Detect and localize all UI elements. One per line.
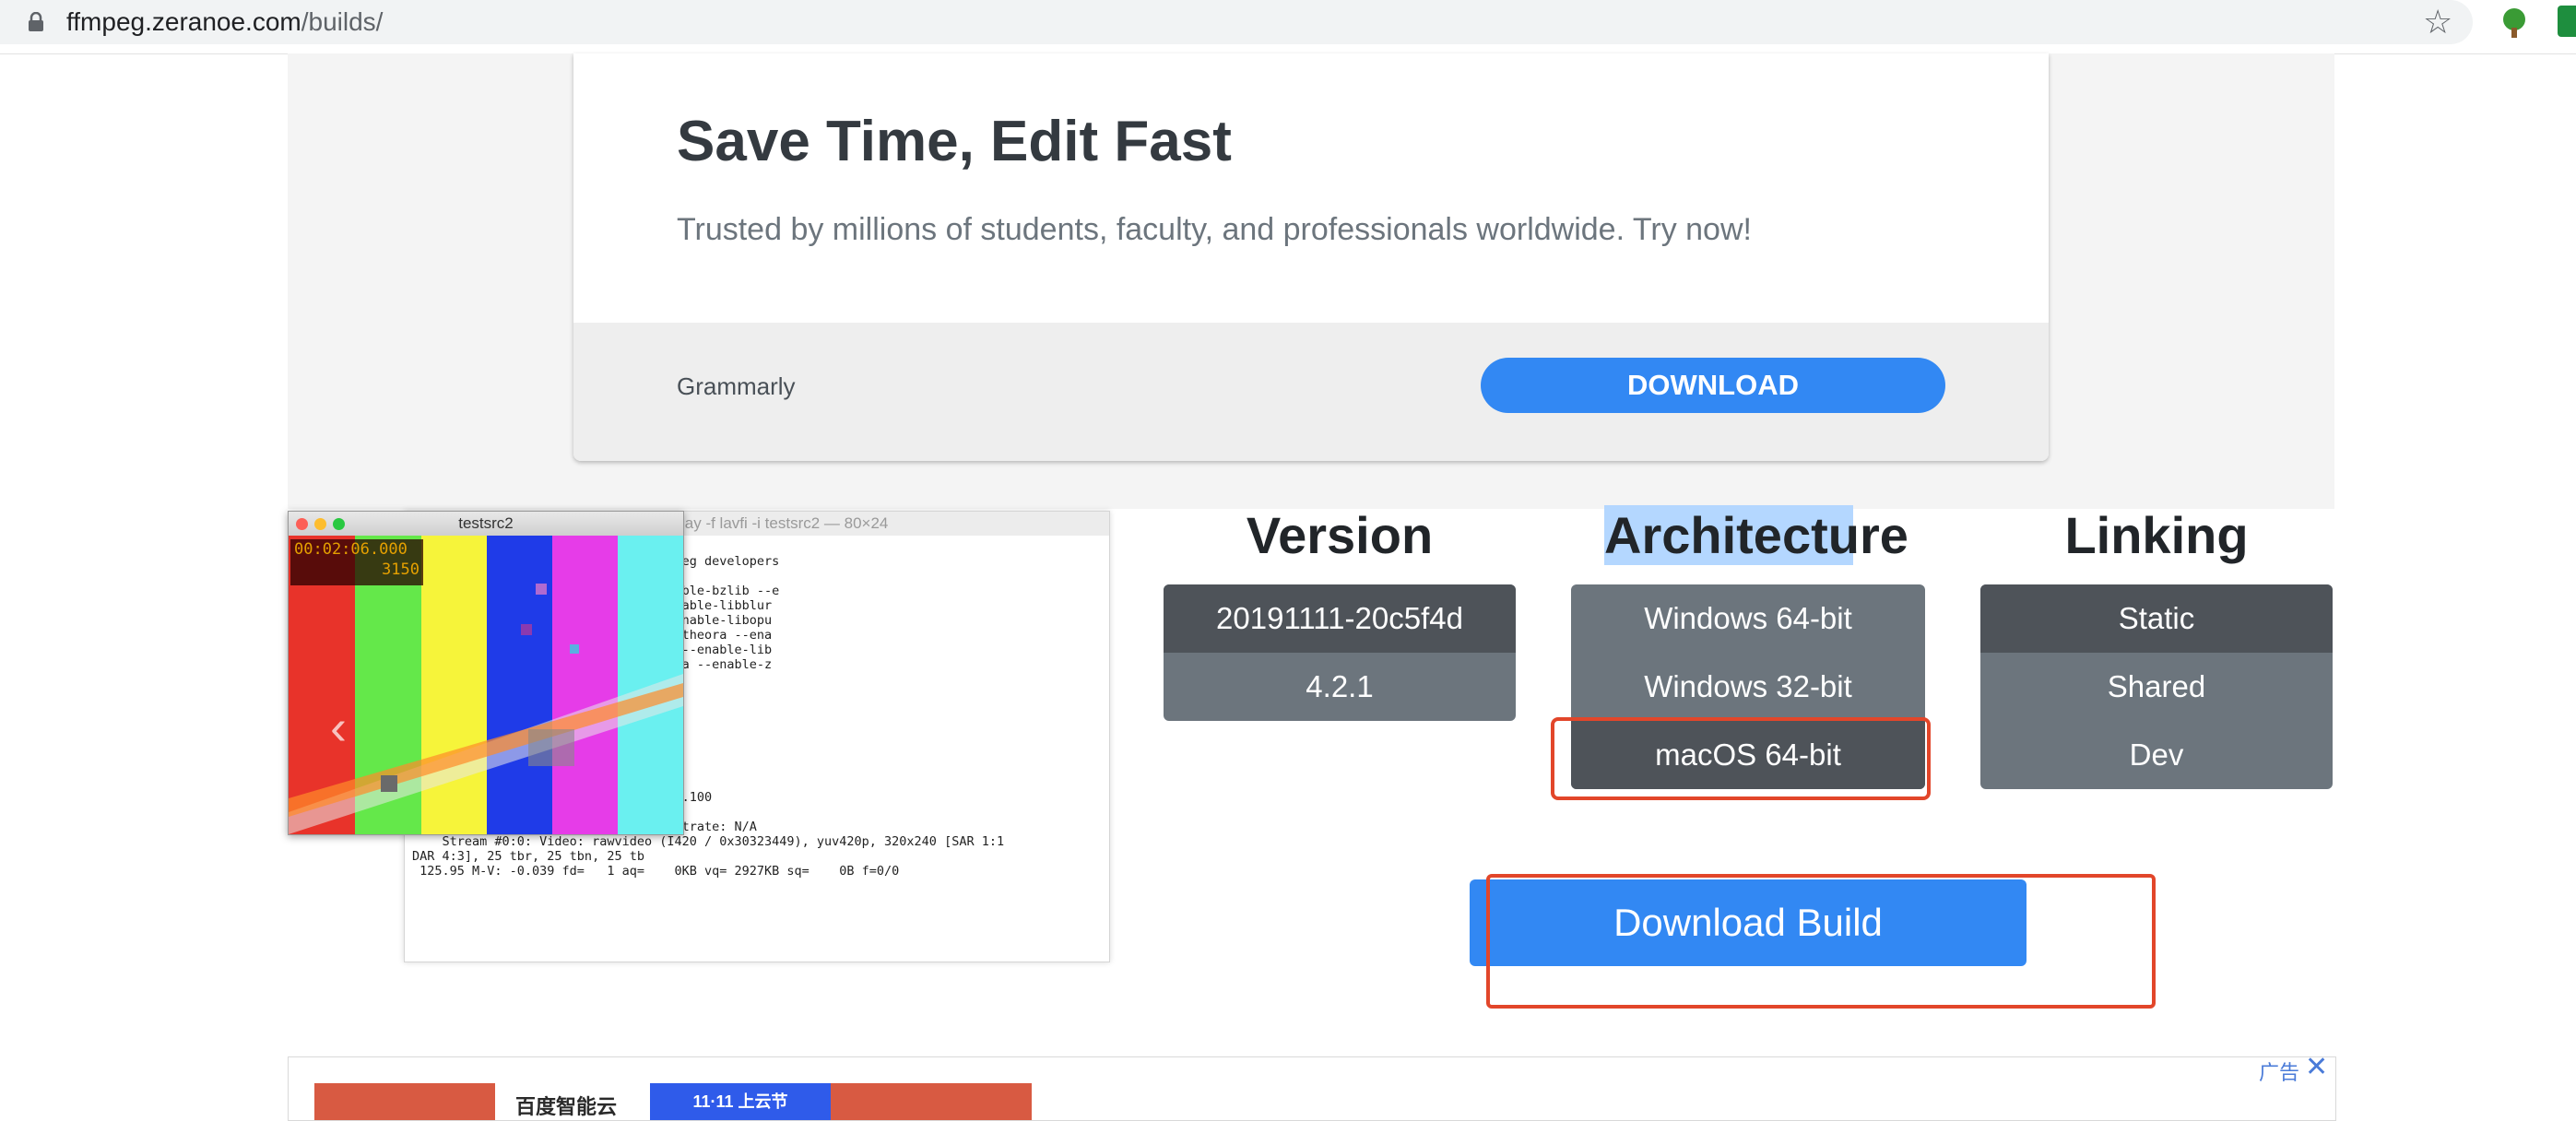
video-preview-window: testsrc2 00:02:06.000 3150 bbox=[288, 511, 684, 835]
video-title-text: testsrc2 bbox=[458, 514, 514, 532]
ad-download-button[interactable]: DOWNLOAD bbox=[1481, 358, 1945, 413]
ad-banner-logo: 百度智能云 bbox=[515, 1095, 618, 1118]
version-options: 20191111-20c5f4d 4.2.1 bbox=[1164, 584, 1516, 721]
extension-tree-icon[interactable] bbox=[2499, 7, 2530, 39]
highlight-box-download bbox=[1486, 874, 2156, 1009]
ad-banner-image bbox=[831, 1083, 1032, 1120]
url-host: ffmpeg.zeranoe.com bbox=[66, 7, 301, 36]
ad-card[interactable]: Save Time, Edit Fast Trusted by millions… bbox=[573, 53, 2049, 461]
ad-footer: Grammarly DOWNLOAD bbox=[573, 323, 2049, 461]
timecode-overlay: 00:02:06.000 3150 bbox=[290, 539, 423, 585]
video-window-title: testsrc2 bbox=[289, 512, 683, 536]
browser-toolbar: ffmpeg.zeranoe.com/builds/ ☆ bbox=[0, 0, 2576, 54]
bottom-ad-banner[interactable]: 百度智能云 11·11 上云节 bbox=[288, 1056, 2336, 1121]
minimize-dot-icon bbox=[314, 518, 326, 530]
url-path: /builds/ bbox=[301, 7, 384, 36]
linking-option[interactable]: Static bbox=[1980, 584, 2333, 653]
extension-icon[interactable] bbox=[2558, 6, 2576, 37]
close-ad-icon[interactable]: ✕ bbox=[2305, 1051, 2328, 1083]
ad-subtitle: Trusted by millions of students, faculty… bbox=[677, 212, 1752, 247]
linking-heading: Linking bbox=[2064, 506, 2249, 564]
address-bar[interactable]: ffmpeg.zeranoe.com/builds/ bbox=[0, 0, 2473, 44]
architecture-option[interactable]: Windows 64-bit bbox=[1571, 584, 1925, 653]
linking-option[interactable]: Shared bbox=[1980, 653, 2333, 721]
architecture-option[interactable]: Windows 32-bit bbox=[1571, 653, 1925, 721]
timecode-text: 00:02:06.000 bbox=[294, 540, 408, 559]
ad-title: Save Time, Edit Fast bbox=[677, 110, 1232, 173]
close-dot-icon bbox=[296, 518, 308, 530]
version-option[interactable]: 20191111-20c5f4d bbox=[1164, 584, 1516, 653]
linking-option[interactable]: Dev bbox=[1980, 721, 2333, 789]
version-option[interactable]: 4.2.1 bbox=[1164, 653, 1516, 721]
ad-banner-promo: 11·11 上云节 bbox=[650, 1083, 831, 1120]
ad-banner-image bbox=[314, 1083, 495, 1120]
linking-options: Static Shared Dev bbox=[1980, 584, 2333, 789]
frame-counter: 3150 bbox=[382, 560, 419, 579]
version-heading: Version bbox=[1246, 506, 1434, 564]
ad-brand: Grammarly bbox=[677, 372, 796, 400]
ad-label: 广告 bbox=[2259, 1061, 2300, 1084]
zoom-dot-icon bbox=[333, 518, 345, 530]
bookmark-star-icon[interactable]: ☆ bbox=[2423, 4, 2452, 41]
carousel-prev-icon[interactable]: ‹ bbox=[330, 702, 347, 752]
highlight-box-architecture bbox=[1551, 717, 1931, 800]
lock-icon bbox=[29, 12, 43, 31]
url-text[interactable]: ffmpeg.zeranoe.com/builds/ bbox=[66, 6, 383, 39]
